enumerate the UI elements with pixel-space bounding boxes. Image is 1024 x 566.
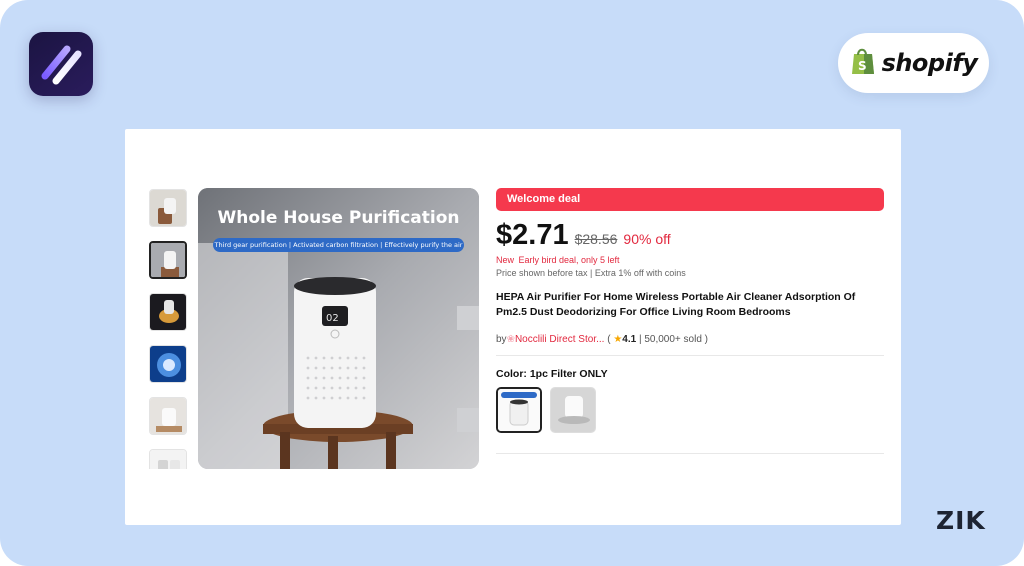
- star-icon: ★: [613, 334, 623, 345]
- thumbnail-image[interactable]: [149, 345, 187, 383]
- lightning-stripes-logo-icon: [29, 32, 93, 96]
- early-bird-note: New Early bird deal, only 5 left: [496, 255, 620, 265]
- color-label: Color: 1pc Filter ONLY: [496, 368, 608, 380]
- shopify-wordmark: shopify: [881, 49, 978, 77]
- svg-text:S: S: [858, 59, 867, 73]
- svg-text:02: 02: [326, 313, 339, 324]
- divider: [496, 453, 884, 454]
- zik-wordmark: ZIK: [936, 506, 986, 535]
- shopify-logo: S shopify: [838, 33, 989, 93]
- welcome-deal-banner: Welcome deal: [496, 188, 884, 211]
- discount-percent: 90% off: [623, 231, 671, 247]
- seller-line: by❀Nocclili Direct Stor... ( ★4.1 | 50,0…: [496, 334, 709, 345]
- thumbnail-image[interactable]: [149, 397, 187, 435]
- price-row: $2.71 $28.56 90% off: [496, 219, 884, 252]
- main-image-subtitle: Third gear purification | Activated carb…: [213, 238, 464, 252]
- divider: [496, 355, 884, 356]
- thumbnail-image-selected[interactable]: [149, 241, 187, 279]
- seller-name-link[interactable]: Nocclili Direct Stor...: [515, 334, 604, 345]
- color-swatches: [496, 387, 884, 433]
- product-panel: 02 Whole House Purification Third gear p…: [125, 129, 901, 525]
- product-title: HEPA Air Purifier For Home Wireless Port…: [496, 291, 856, 318]
- thumbnail-image[interactable]: [149, 293, 187, 331]
- color-swatch[interactable]: [550, 387, 596, 433]
- shopify-bag-icon: S: [850, 46, 876, 81]
- current-price: $2.71: [496, 219, 569, 251]
- tax-note: Price shown before tax | Extra 1% off wi…: [496, 268, 686, 278]
- main-image-title: Whole House Purification: [217, 208, 460, 228]
- original-price: $28.56: [574, 231, 618, 247]
- product-info: Welcome deal $2.71 $28.56 90% off New Ea…: [496, 188, 884, 454]
- thumbnail-list: [149, 189, 187, 469]
- store-flower-icon: ❀: [506, 334, 515, 345]
- sold-count: 50,000+ sold: [644, 334, 702, 345]
- color-swatch-selected[interactable]: [496, 387, 542, 433]
- thumbnail-image[interactable]: [149, 189, 187, 227]
- seller-prefix: by: [496, 334, 507, 345]
- thumbnail-image[interactable]: [149, 449, 187, 469]
- rating-value: 4.1: [622, 334, 637, 345]
- main-product-image[interactable]: 02 Whole House Purification Third gear p…: [198, 188, 479, 469]
